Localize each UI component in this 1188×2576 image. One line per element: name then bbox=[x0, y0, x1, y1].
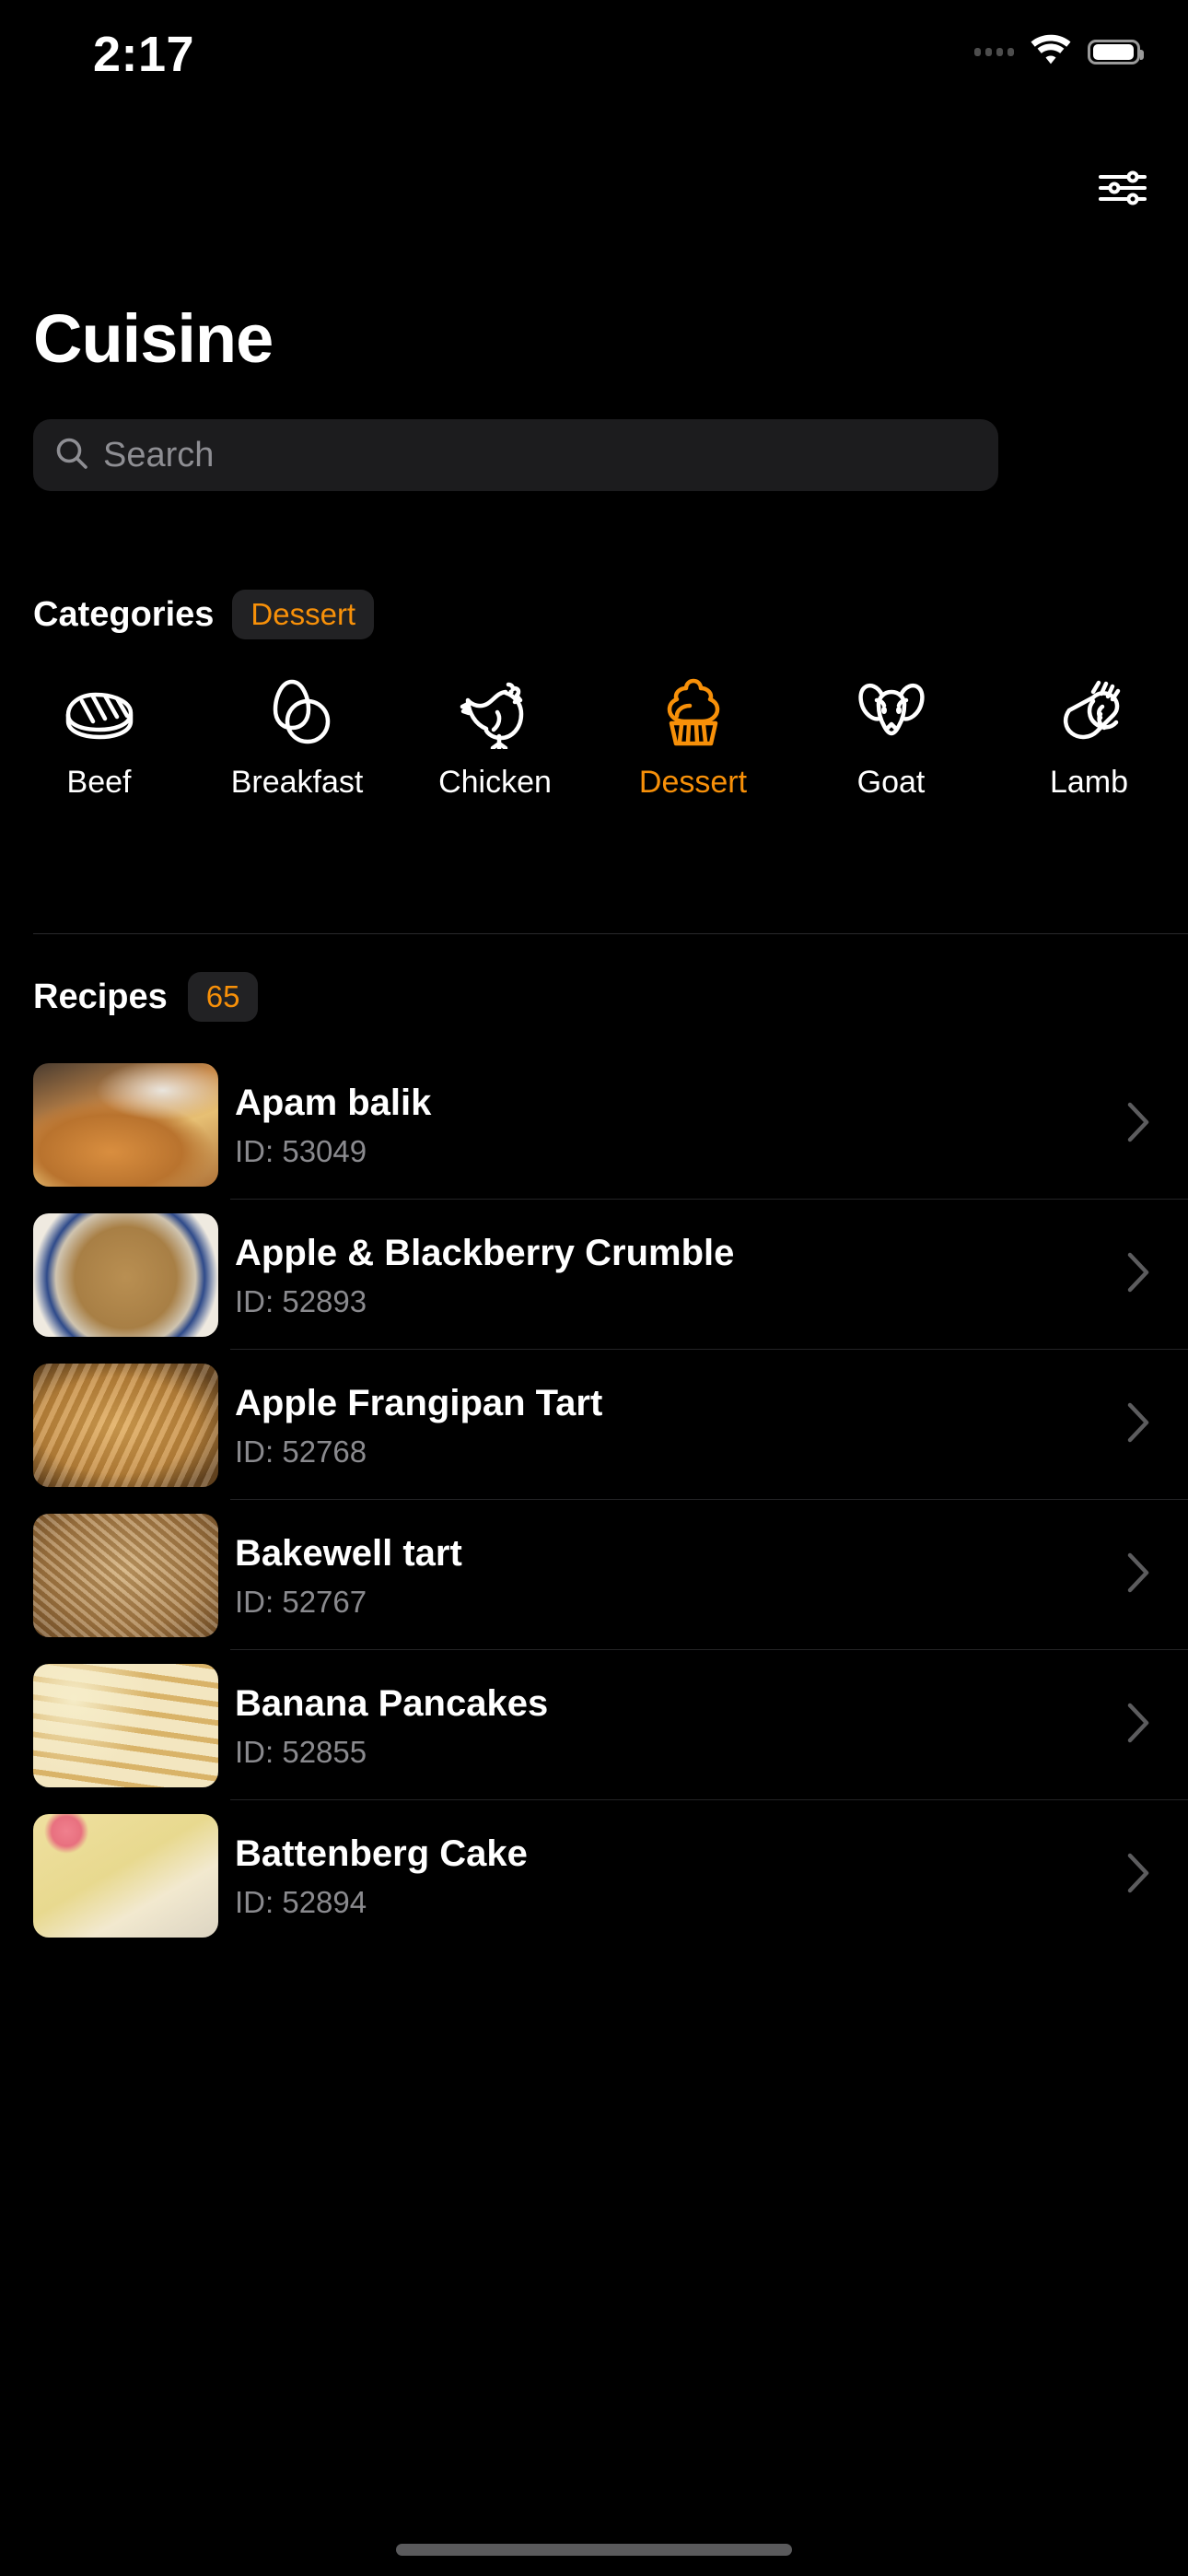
category-label: Chicken bbox=[438, 765, 552, 800]
recipe-row[interactable]: Battenberg Cake ID: 52894 bbox=[0, 1800, 1188, 1950]
cupcake-icon bbox=[653, 677, 734, 746]
eggs-icon bbox=[257, 677, 338, 746]
recipe-id: ID: 53049 bbox=[235, 1133, 367, 1168]
recipe-thumbnail bbox=[33, 1212, 218, 1337]
chevron-right-icon bbox=[1125, 1250, 1151, 1299]
goat-head-icon bbox=[851, 677, 932, 746]
chevron-right-icon bbox=[1125, 1400, 1151, 1449]
recipe-id: ID: 52855 bbox=[235, 1734, 367, 1769]
recipe-thumbnail bbox=[33, 1363, 218, 1487]
recipe-text: Apple & Blackberry Crumble ID: 52893 bbox=[235, 1231, 1125, 1319]
recipe-list[interactable]: Apam balik ID: 53049 Apple & Blackberry … bbox=[0, 1049, 1188, 1950]
recipe-text: Bakewell tart ID: 52767 bbox=[235, 1531, 1125, 1620]
recipe-text: Apam balik ID: 53049 bbox=[235, 1081, 1125, 1169]
category-item-chicken[interactable]: Chicken bbox=[396, 677, 594, 801]
recipe-row[interactable]: Apple & Blackberry Crumble ID: 52893 bbox=[0, 1200, 1188, 1350]
search-placeholder: Search bbox=[103, 435, 215, 474]
recipe-name: Banana Pancakes bbox=[235, 1682, 549, 1724]
recipe-name: Apple Frangipan Tart bbox=[235, 1382, 603, 1423]
status-bar-time: 2:17 bbox=[93, 27, 195, 82]
home-indicator bbox=[396, 2544, 792, 2556]
category-item-breakfast[interactable]: Breakfast bbox=[198, 677, 396, 801]
recipe-thumbnail bbox=[33, 1513, 218, 1637]
chevron-right-icon bbox=[1125, 1100, 1151, 1149]
categories-header: Categories Dessert bbox=[33, 590, 375, 639]
recipe-id: ID: 52894 bbox=[235, 1884, 367, 1919]
recipe-thumbnail bbox=[33, 1813, 218, 1938]
status-bar: 2:17 bbox=[0, 0, 1188, 111]
recipe-text: Apple Frangipan Tart ID: 52768 bbox=[235, 1381, 1125, 1469]
filter-button[interactable] bbox=[1094, 164, 1151, 216]
section-divider bbox=[33, 933, 1188, 934]
selected-category-badge[interactable]: Dessert bbox=[232, 590, 375, 639]
sliders-filter-icon bbox=[1097, 168, 1148, 213]
steak-icon bbox=[59, 677, 140, 746]
chevron-right-icon bbox=[1125, 1701, 1151, 1750]
recipes-count-badge: 65 bbox=[187, 972, 259, 1022]
chevron-right-icon bbox=[1125, 1851, 1151, 1900]
category-item-dessert[interactable]: Dessert bbox=[594, 677, 792, 801]
recipe-id: ID: 52767 bbox=[235, 1584, 367, 1619]
search-icon bbox=[53, 435, 90, 476]
search-input[interactable]: Search bbox=[33, 419, 998, 491]
recipe-row[interactable]: Apple Frangipan Tart ID: 52768 bbox=[0, 1350, 1188, 1500]
app-screen: 2:17 Cuisine Search Categories Dessert B… bbox=[0, 0, 1188, 2576]
category-label: Goat bbox=[856, 765, 926, 800]
recipe-thumbnail bbox=[33, 1663, 218, 1787]
wifi-icon bbox=[1029, 33, 1073, 71]
lamb-chop-icon bbox=[1049, 677, 1130, 746]
recipe-row[interactable]: Banana Pancakes ID: 52855 bbox=[0, 1650, 1188, 1800]
category-item-beef[interactable]: Beef bbox=[0, 677, 198, 801]
categories-label: Categories bbox=[33, 594, 215, 634]
category-item-goat[interactable]: Goat bbox=[792, 677, 990, 801]
category-label: Dessert bbox=[638, 765, 748, 800]
cellular-dots-icon bbox=[974, 48, 1014, 56]
recipes-label: Recipes bbox=[33, 977, 168, 1016]
category-label: Lamb bbox=[1049, 765, 1129, 800]
battery-icon bbox=[1088, 40, 1144, 64]
category-strip[interactable]: Beef Breakfast Chicken Dessert Goat Lamb bbox=[0, 677, 1188, 800]
page-title: Cuisine bbox=[33, 300, 274, 377]
recipe-id: ID: 52893 bbox=[235, 1283, 367, 1318]
recipe-name: Bakewell tart bbox=[235, 1532, 462, 1574]
category-label: Beef bbox=[66, 765, 132, 800]
chicken-icon bbox=[455, 677, 536, 749]
category-label: Breakfast bbox=[230, 765, 364, 800]
recipe-name: Apam balik bbox=[235, 1082, 432, 1123]
recipe-name: Apple & Blackberry Crumble bbox=[235, 1232, 735, 1273]
recipe-id: ID: 52768 bbox=[235, 1434, 367, 1469]
status-bar-indicators bbox=[974, 33, 1144, 71]
recipe-row[interactable]: Bakewell tart ID: 52767 bbox=[0, 1500, 1188, 1650]
category-item-lamb[interactable]: Lamb bbox=[990, 677, 1188, 801]
chevron-right-icon bbox=[1125, 1551, 1151, 1599]
recipe-text: Battenberg Cake ID: 52894 bbox=[235, 1832, 1125, 1920]
recipes-header: Recipes 65 bbox=[33, 972, 259, 1022]
recipe-thumbnail bbox=[33, 1062, 218, 1187]
recipe-row[interactable]: Apam balik ID: 53049 bbox=[0, 1049, 1188, 1200]
recipe-text: Banana Pancakes ID: 52855 bbox=[235, 1681, 1125, 1770]
recipe-name: Battenberg Cake bbox=[235, 1832, 528, 1874]
